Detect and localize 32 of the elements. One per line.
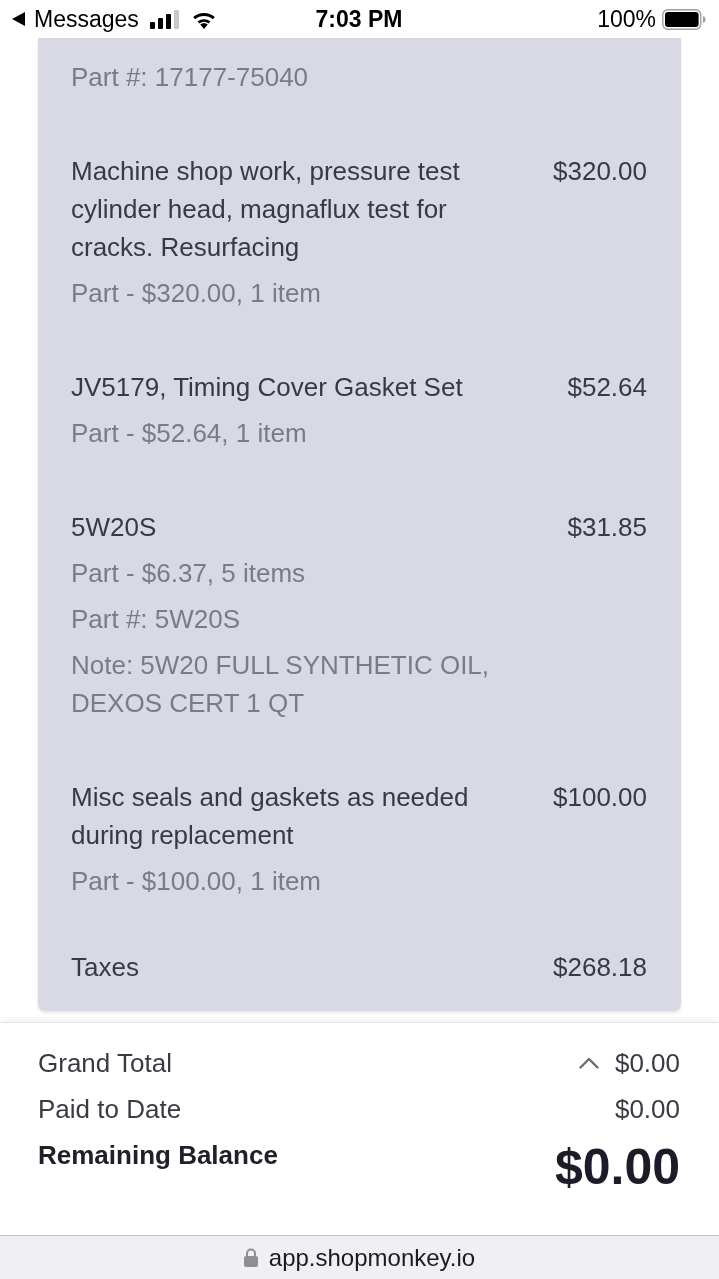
remaining-balance-amount: $0.00 [554,1139,680,1195]
back-triangle-icon [12,12,25,26]
chevron-up-icon[interactable] [578,1057,599,1069]
grand-total-amount: $0.00 [614,1047,680,1079]
item-detail: Part #: 17177-75040 [71,61,310,94]
grand-total-label: Grand Total [38,1047,172,1079]
lock-icon [243,1248,258,1267]
item-price: $31.85 [567,511,647,544]
address-bar[interactable]: app.shopmonkey.io [0,1235,719,1279]
item-title: JV5179, Timing Cover Gasket Set [71,371,464,404]
item-detail: Part - $100.00, 1 item [71,865,323,898]
status-time: 7:03 PM [315,5,403,33]
battery-icon [662,8,706,30]
paid-to-date-label: Paid to Date [38,1093,182,1125]
item-detail: Part - $52.64, 1 item [71,417,308,450]
item-detail: Part #: 5W20S [71,603,242,636]
taxes-amount: $268.18 [553,951,647,984]
item-title: Misc seals and gaskets as needed during replacement [71,781,470,852]
item-detail: Part - $320.00, 1 item [71,277,323,310]
signal-bars-icon [149,9,181,29]
paid-to-date-amount: $0.00 [614,1093,680,1125]
item-title: 5W20S [71,511,158,544]
item-title: Machine shop work, pressure test cylinder head, magnaflux test for cracks. Resurfacing [71,155,461,264]
battery-percent: 100% [597,5,656,33]
back-link[interactable]: Messages [12,5,139,33]
item-price: $320.00 [553,155,647,188]
item-price: $52.64 [567,371,647,404]
taxes-label: Taxes [71,951,139,984]
item-detail: Note: 5W20 FULL SYNTHETIC OIL, DEXOS CERT 1 QT [71,649,491,720]
item-price: $100.00 [553,781,647,814]
remaining-balance-label: Remaining Balance [38,1139,278,1171]
item-detail: Part - $6.37, 5 items [71,557,307,590]
